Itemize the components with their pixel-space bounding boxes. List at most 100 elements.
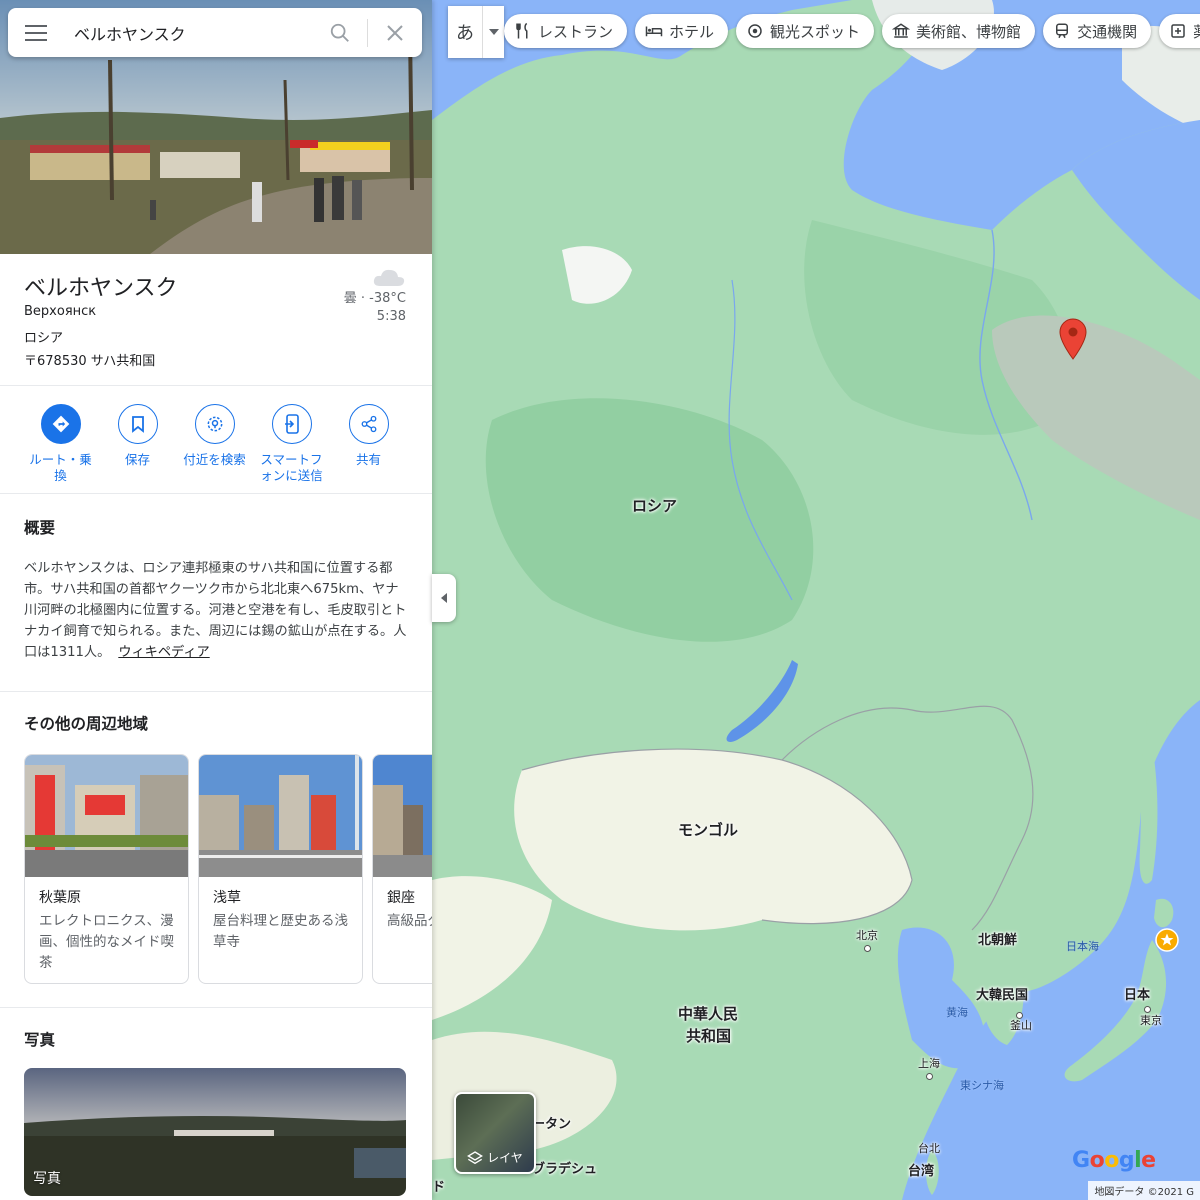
- input-tools-button[interactable]: あ: [448, 6, 504, 58]
- card-title: 銀座: [387, 890, 415, 906]
- save-label: 保存: [124, 452, 150, 467]
- map-label-india[interactable]: ド: [432, 1180, 445, 1196]
- city-dot-shanghai: [926, 1073, 933, 1080]
- photos-title: 写真: [24, 1031, 56, 1049]
- map-label-busan[interactable]: 釜山: [1010, 1019, 1032, 1032]
- map-label-shanghai[interactable]: 上海: [918, 1057, 940, 1070]
- map-label-sea-of-japan: 日本海: [1066, 940, 1099, 953]
- cloudy-weather-icon: [373, 269, 405, 286]
- clear-search-button[interactable]: [368, 8, 422, 57]
- landscape-photo: [24, 1068, 406, 1196]
- search-nearby-button[interactable]: 付近を検索: [176, 386, 253, 493]
- share-label: 共有: [355, 452, 381, 467]
- city-dot-tokyo: [1144, 1006, 1151, 1013]
- caret-left-icon: [441, 593, 447, 603]
- directions-label: ルート・乗換: [29, 452, 92, 483]
- nearby-card-asakusa[interactable]: 浅草 屋台料理と歴史ある浅草寺: [198, 754, 363, 984]
- card-description: エレクトロニクス、漫画、個性的なメイド喫茶: [39, 913, 174, 971]
- place-header: ベルホヤンスク Верхоянск ロシア 〒678530 サハ共和国 曇 · …: [0, 254, 432, 386]
- photo-thumbnail[interactable]: 写真: [24, 1068, 406, 1196]
- photo-caption: 写真: [33, 1171, 61, 1187]
- place-native-name: Верхоянск: [24, 304, 97, 319]
- train-icon: [1056, 23, 1069, 39]
- google-logo: Google: [1072, 1148, 1156, 1173]
- nearby-areas-section: その他の周辺地域 秋葉原 エレクトロニクス、漫画、個性的なメイド喫茶 浅草 屋台…: [0, 692, 432, 1008]
- weather-info: 曇 · -38°C 5:38: [344, 266, 406, 326]
- chip-transit[interactable]: 交通機関: [1043, 14, 1152, 48]
- chip-museums[interactable]: 美術館、博物館: [882, 14, 1036, 48]
- wikipedia-link[interactable]: ウィキペディア: [118, 645, 209, 660]
- weather-text: 曇 · -38°C: [343, 291, 406, 306]
- photos-section: 写真 写真: [0, 1008, 432, 1200]
- caret-down-icon: [488, 29, 499, 35]
- museum-icon: [892, 23, 911, 38]
- chip-hotels[interactable]: ホテル: [635, 14, 729, 48]
- card-title: 秋葉原: [39, 890, 81, 906]
- card-title: 浅草: [213, 890, 241, 906]
- nearby-title: その他の周辺地域: [24, 715, 149, 733]
- pharmacy-icon: [1171, 24, 1185, 38]
- place-postal-address: 〒678530 サハ共和国: [24, 354, 156, 369]
- fork-knife-icon: [516, 22, 528, 39]
- save-button[interactable]: 保存: [99, 386, 176, 493]
- category-chips: レストラン ホテル 観光スポット 美術館、博物館 交通機関 薬: [504, 14, 1200, 48]
- map-label-north-korea[interactable]: 北朝鮮: [978, 933, 1017, 949]
- map-label-bangladesh[interactable]: ブラデシュ: [532, 1162, 597, 1178]
- chip-attractions[interactable]: 観光スポット: [736, 14, 875, 48]
- nearby-search-icon: [207, 416, 222, 432]
- send-to-phone-icon: [284, 414, 299, 434]
- hamburger-menu-icon: [25, 24, 47, 41]
- chip-restaurants[interactable]: レストラン: [504, 14, 628, 48]
- map-label-bhutan[interactable]: ータン: [532, 1117, 571, 1133]
- city-dot-busan: [1016, 1012, 1023, 1019]
- overview-title: 概要: [24, 519, 56, 537]
- nearby-card-ginza[interactable]: 銀座 高級品グと歌: [372, 754, 432, 984]
- map-label-japan[interactable]: 日本: [1124, 988, 1150, 1004]
- collapse-panel-button[interactable]: [432, 574, 456, 622]
- location-pin-icon[interactable]: [1059, 318, 1087, 360]
- map-label-mongolia[interactable]: モンゴル: [678, 821, 738, 839]
- action-bar: ルート・乗換 保存 付近を検索 スマートフォンに送信 共有: [0, 386, 432, 494]
- layers-icon: [467, 1150, 484, 1164]
- map-terrain: [432, 0, 1200, 1200]
- map-label-south-korea[interactable]: 大韓民国: [976, 988, 1028, 1004]
- directions-icon: [52, 415, 69, 433]
- map-label-china-line1[interactable]: 中華人民: [678, 1005, 738, 1023]
- send-to-phone-label: スマートフォンに送信: [260, 452, 323, 483]
- map-canvas[interactable]: ロシア モンゴル 中華人民 共和国 北朝鮮 大韓民国 日本 北京 釜山 東京 上…: [432, 0, 1200, 1200]
- map-label-china-line2[interactable]: 共和国: [686, 1027, 731, 1045]
- akihabara-photo: [25, 755, 188, 877]
- share-button[interactable]: 共有: [330, 386, 407, 493]
- place-country: ロシア: [24, 331, 64, 346]
- map-label-taipei[interactable]: 台北: [918, 1142, 940, 1155]
- close-icon: [387, 24, 403, 41]
- overview-section: 概要 ベルホヤンスクは、ロシア連邦極東のサハ共和国に位置する都市。サハ共和国の首…: [0, 494, 432, 692]
- map-label-taiwan[interactable]: 台湾: [908, 1164, 934, 1180]
- map-label-tokyo[interactable]: 東京: [1140, 1014, 1162, 1027]
- saved-star-icon[interactable]: [1155, 928, 1179, 952]
- send-to-phone-button[interactable]: スマートフォンに送信: [253, 386, 330, 493]
- menu-button[interactable]: [8, 24, 64, 41]
- attraction-icon: [748, 24, 762, 38]
- card-description: 屋台料理と歴史ある浅草寺: [213, 913, 348, 950]
- layers-label: レイヤ: [487, 1151, 523, 1165]
- map-label-yellow-sea: 黄海: [946, 1006, 968, 1019]
- map-label-beijing[interactable]: 北京: [856, 929, 878, 942]
- map-label-east-china-sea: 東シナ海: [960, 1079, 1004, 1092]
- lang-char: あ: [456, 23, 474, 44]
- asakusa-photo: [199, 755, 362, 877]
- ginza-photo: [373, 755, 432, 877]
- search-icon: [330, 23, 349, 42]
- search-button[interactable]: [313, 8, 367, 57]
- map-data-credit[interactable]: 地図データ ©2021 G: [1088, 1181, 1200, 1200]
- layers-button[interactable]: レイヤ: [454, 1092, 536, 1174]
- map-label-russia[interactable]: ロシア: [632, 497, 677, 515]
- nearby-card-akihabara[interactable]: 秋葉原 エレクトロニクス、漫画、個性的なメイド喫茶: [24, 754, 189, 984]
- place-panel: ベルホヤンスク Верхоянск ロシア 〒678530 サハ共和国 曇 · …: [0, 0, 432, 1200]
- bookmark-icon: [131, 416, 144, 433]
- search-input[interactable]: [64, 23, 313, 42]
- directions-button[interactable]: ルート・乗換: [22, 386, 99, 493]
- overview-text: ベルホヤンスクは、ロシア連邦極東のサハ共和国に位置する都市。サハ共和国の首都ヤク…: [24, 561, 407, 660]
- chip-pharmacy[interactable]: 薬: [1159, 14, 1200, 48]
- card-description: 高級品グと歌: [387, 913, 432, 929]
